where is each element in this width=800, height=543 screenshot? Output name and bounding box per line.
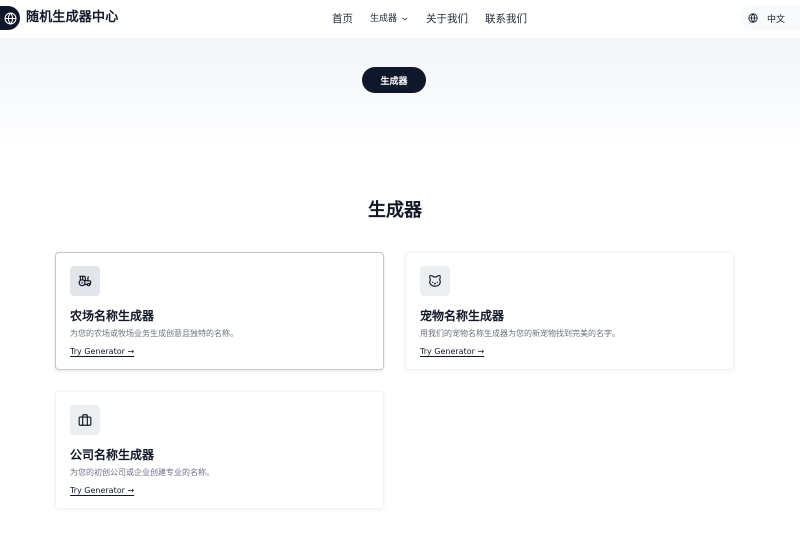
nav-about[interactable]: 关于我们 [426,11,468,27]
card-icon-box [420,266,450,296]
briefcase-icon [78,414,92,426]
card-title: 宠物名称生成器 [420,309,505,323]
nav-generators-label: 生成器 [370,14,398,24]
section-title: 生成器 [368,200,422,221]
nav-generators[interactable]: 生成器 [370,11,409,27]
main-nav: 首页 生成器 关于我们 联系我们 [332,11,527,27]
try-generator-link[interactable]: Try Generator → [420,346,484,358]
card-description: 为您的农场或牧场业务生成创意且独特的名称。 [70,329,238,338]
language-switcher[interactable]: 中文 [740,5,800,31]
generator-card-pet[interactable]: 宠物名称生成器 用我们的宠物名称生成器为您的新宠物找到完美的名字。 Try Ge… [405,252,734,370]
tractor-icon [78,275,92,287]
card-icon-box [70,266,100,296]
cat-icon [429,275,441,287]
nav-home[interactable]: 首页 [332,11,353,27]
site-header: 随机生成器中心 首页 生成器 关于我们 联系我们 中文 [0,0,800,38]
card-icon-box [70,405,100,435]
card-title: 公司名称生成器 [70,448,155,462]
generator-card-farm[interactable]: 农场名称生成器 为您的农场或牧场业务生成创意且独特的名称。 Try Genera… [55,252,384,370]
card-description: 用我们的宠物名称生成器为您的新宠物找到完美的名字。 [420,329,620,338]
hero-generators-button[interactable]: 生成器 [362,67,426,93]
chevron-down-icon [402,17,408,21]
generator-card-company[interactable]: 公司名称生成器 为您的初创公司或企业创建专业的名称。 Try Generator… [55,391,384,509]
page: 随机生成器中心 首页 生成器 关于我们 联系我们 中文 生成器 生成器 农场名称… [0,0,800,543]
logo-globe-icon[interactable] [0,6,20,30]
card-description: 为您的初创公司或企业创建专业的名称。 [70,468,214,477]
site-brand[interactable]: 随机生成器中心 [26,9,118,27]
hero-banner: 生成器 [0,38,800,148]
try-generator-link[interactable]: Try Generator → [70,346,134,358]
globe-icon [748,13,758,23]
card-title: 农场名称生成器 [70,309,155,323]
try-generator-link[interactable]: Try Generator → [70,485,134,497]
nav-contact[interactable]: 联系我们 [485,11,527,27]
language-label: 中文 [767,14,786,25]
